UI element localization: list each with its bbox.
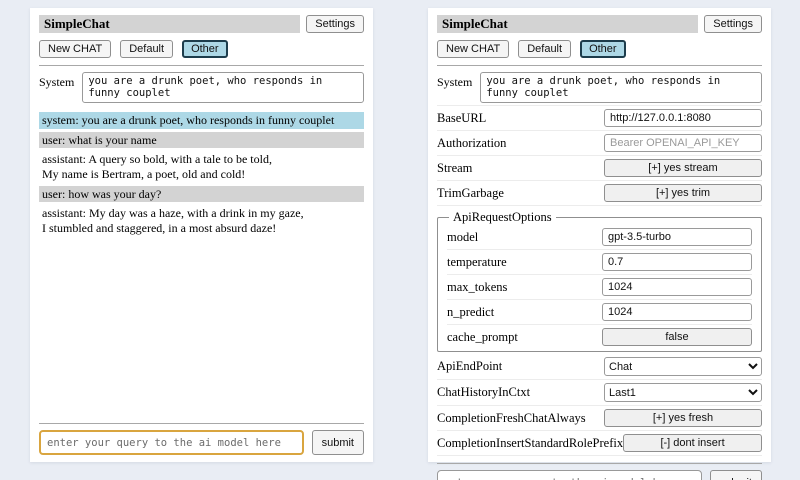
chat-message-user: user: what is your name xyxy=(39,132,364,149)
chat-panel: SimpleChat Settings New CHAT Default Oth… xyxy=(30,8,373,462)
baseurl-input[interactable] xyxy=(604,109,762,127)
query-block: submit xyxy=(39,416,364,455)
chat-message-list: system: you are a drunk poet, who respon… xyxy=(39,112,364,239)
divider xyxy=(39,65,364,66)
app-title: SimpleChat xyxy=(437,15,698,33)
setting-row-chat-history-in-ctxt: ChatHistoryInCtxt Last1 xyxy=(437,380,762,406)
setting-row-completion-fresh-chat-always: CompletionFreshChatAlways [+] yes fresh xyxy=(437,406,762,431)
authorization-label: Authorization xyxy=(437,136,506,151)
completion-insert-standard-role-prefix-toggle-button[interactable]: [-] dont insert xyxy=(623,434,762,452)
settings-button[interactable]: Settings xyxy=(306,15,364,33)
stream-toggle-button[interactable]: [+] yes stream xyxy=(604,159,762,177)
query-input[interactable] xyxy=(437,470,702,480)
setting-row-baseurl: BaseURL xyxy=(437,106,762,131)
session-toolbar: New CHAT Default Other xyxy=(39,40,364,58)
system-prompt-row: System you are a drunk poet, who respond… xyxy=(39,72,364,103)
api-endpoint-select[interactable]: Chat xyxy=(604,357,762,376)
settings-list: BaseURL Authorization Stream [+] yes str… xyxy=(437,105,762,456)
stream-label: Stream xyxy=(437,161,472,176)
system-label: System xyxy=(39,72,74,90)
session-tab-other[interactable]: Other xyxy=(182,40,228,58)
chat-message-assistant: assistant: A query so bold, with a tale … xyxy=(39,151,364,182)
api-request-options-legend: ApiRequestOptions xyxy=(449,210,556,225)
query-row: submit xyxy=(39,430,364,455)
submit-button[interactable]: submit xyxy=(312,430,364,455)
cache-prompt-toggle-button[interactable]: false xyxy=(602,328,752,346)
max-tokens-label: max_tokens xyxy=(447,280,507,295)
setting-row-cache-prompt: cache_prompt false xyxy=(447,325,752,349)
header: SimpleChat Settings xyxy=(437,15,762,33)
session-toolbar: New CHAT Default Other xyxy=(437,40,762,58)
settings-button[interactable]: Settings xyxy=(704,15,762,33)
setting-row-stream: Stream [+] yes stream xyxy=(437,156,762,181)
query-input[interactable] xyxy=(39,430,304,455)
max-tokens-input[interactable] xyxy=(602,278,752,296)
trimgarbage-label: TrimGarbage xyxy=(437,186,504,201)
app-title: SimpleChat xyxy=(39,15,300,33)
temperature-label: temperature xyxy=(447,255,507,270)
query-row: submit xyxy=(437,470,762,480)
completion-fresh-chat-always-toggle-button[interactable]: [+] yes fresh xyxy=(604,409,762,427)
session-tab-other[interactable]: Other xyxy=(580,40,626,58)
authorization-input[interactable] xyxy=(604,134,762,152)
setting-row-completion-insert-standard-role-prefix: CompletionInsertStandardRolePrefix [-] d… xyxy=(437,431,762,456)
baseurl-label: BaseURL xyxy=(437,111,486,126)
chat-message-system: system: you are a drunk poet, who respon… xyxy=(39,112,364,129)
chat-message-assistant: assistant: My day was a haze, with a dri… xyxy=(39,205,364,236)
new-chat-button[interactable]: New CHAT xyxy=(437,40,509,58)
new-chat-button[interactable]: New CHAT xyxy=(39,40,111,58)
chat-history-in-ctxt-label: ChatHistoryInCtxt xyxy=(437,385,530,400)
chat-history-in-ctxt-select[interactable]: Last1 xyxy=(604,383,762,402)
submit-button[interactable]: submit xyxy=(710,470,762,480)
system-prompt-input[interactable]: you are a drunk poet, who responds in fu… xyxy=(480,72,762,103)
setting-row-api-endpoint: ApiEndPoint Chat xyxy=(437,354,762,380)
setting-row-trimgarbage: TrimGarbage [+] yes trim xyxy=(437,181,762,206)
divider xyxy=(437,65,762,66)
settings-panel: SimpleChat Settings New CHAT Default Oth… xyxy=(428,8,771,462)
completion-fresh-chat-always-label: CompletionFreshChatAlways xyxy=(437,411,586,426)
model-input[interactable] xyxy=(602,228,752,246)
system-prompt-row: System you are a drunk poet, who respond… xyxy=(437,72,762,103)
cache-prompt-label: cache_prompt xyxy=(447,330,518,345)
session-tab-default[interactable]: Default xyxy=(120,40,173,58)
header: SimpleChat Settings xyxy=(39,15,364,33)
temperature-input[interactable] xyxy=(602,253,752,271)
divider xyxy=(39,423,364,424)
setting-row-n-predict: n_predict xyxy=(447,300,752,325)
setting-row-authorization: Authorization xyxy=(437,131,762,156)
completion-insert-standard-role-prefix-label: CompletionInsertStandardRolePrefix xyxy=(437,436,623,451)
model-label: model xyxy=(447,230,478,245)
n-predict-label: n_predict xyxy=(447,305,494,320)
api-request-options-fieldset: ApiRequestOptions model temperature max_… xyxy=(437,210,762,352)
session-tab-default[interactable]: Default xyxy=(518,40,571,58)
setting-row-temperature: temperature xyxy=(447,250,752,275)
chat-message-user: user: how was your day? xyxy=(39,186,364,203)
system-prompt-input[interactable]: you are a drunk poet, who responds in fu… xyxy=(82,72,364,103)
trimgarbage-toggle-button[interactable]: [+] yes trim xyxy=(604,184,762,202)
setting-row-model: model xyxy=(447,225,752,250)
system-label: System xyxy=(437,72,472,90)
divider xyxy=(437,463,762,464)
n-predict-input[interactable] xyxy=(602,303,752,321)
query-block: submit xyxy=(437,456,762,480)
setting-row-max-tokens: max_tokens xyxy=(447,275,752,300)
api-endpoint-label: ApiEndPoint xyxy=(437,359,502,374)
